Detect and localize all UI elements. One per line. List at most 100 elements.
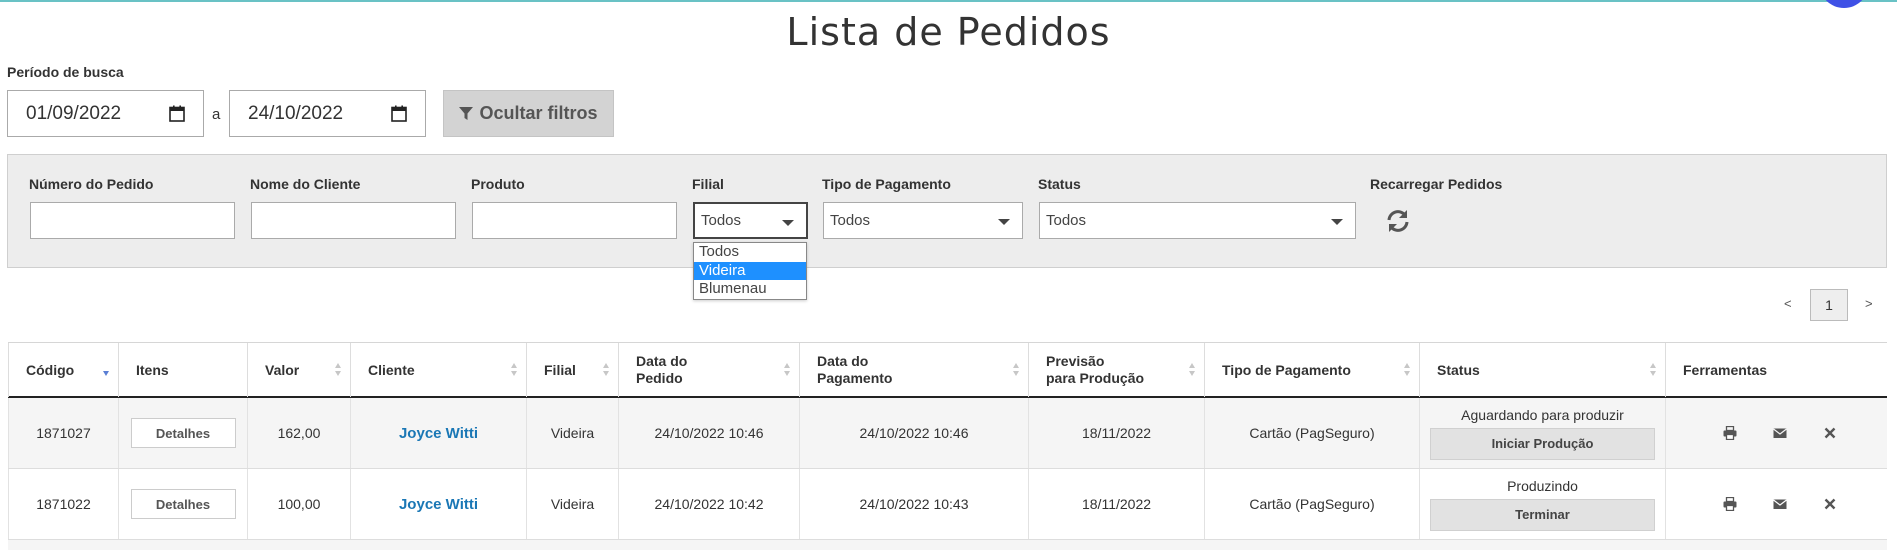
client-name-label: Nome do Cliente — [250, 176, 361, 192]
start-date-input[interactable]: 01/09/2022 — [7, 90, 204, 137]
cell-cliente: Joyce Witti — [351, 398, 527, 468]
calendar-icon[interactable] — [391, 105, 407, 122]
cell-filial: Videira — [527, 469, 619, 539]
cell-itens: Detalhes — [119, 469, 248, 539]
table-header: Código Itens Valor Cliente Filial Data d… — [8, 342, 1887, 398]
pagination-next[interactable]: > — [1865, 296, 1873, 311]
sort-icon — [1650, 363, 1657, 377]
sort-desc-icon — [103, 363, 110, 377]
col-header-itens: Itens — [119, 343, 248, 397]
client-link[interactable]: Joyce Witti — [399, 425, 478, 442]
print-icon[interactable] — [1723, 426, 1737, 440]
col-header-codigo[interactable]: Código — [8, 343, 119, 397]
col-header-cliente[interactable]: Cliente — [351, 343, 527, 397]
close-icon[interactable] — [1823, 426, 1837, 440]
details-button[interactable]: Detalhes — [130, 489, 236, 519]
date-range-separator: a — [212, 106, 221, 123]
hide-filters-button[interactable]: Ocultar filtros — [443, 90, 614, 137]
status-select[interactable]: Todos — [1039, 202, 1356, 239]
product-label: Produto — [471, 176, 525, 192]
branch-select-value: Todos — [701, 212, 742, 229]
cell-tipo-pagamento: Cartão (PagSeguro) — [1205, 398, 1420, 468]
filter-icon — [459, 106, 474, 120]
reload-orders-label: Recarregar Pedidos — [1370, 176, 1503, 192]
pagination-prev[interactable]: < — [1784, 296, 1792, 311]
hide-filters-label: Ocultar filtros — [479, 103, 598, 123]
chevron-down-icon — [782, 220, 794, 226]
cell-ferramentas — [1666, 398, 1887, 468]
cell-filial: Videira — [527, 398, 619, 468]
payment-type-label: Tipo de Pagamento — [822, 176, 951, 192]
top-accent-line — [0, 0, 1897, 2]
sort-icon — [335, 363, 342, 377]
cell-data-pedido: 24/10/2022 10:46 — [619, 398, 800, 468]
page-title: Lista de Pedidos — [786, 10, 1111, 54]
sort-icon — [603, 363, 610, 377]
cell-tipo-pagamento: Cartão (PagSeguro) — [1205, 469, 1420, 539]
cell-itens: Detalhes — [119, 398, 248, 468]
cell-data-pedido: 24/10/2022 10:42 — [619, 469, 800, 539]
client-link[interactable]: Joyce Witti — [399, 496, 478, 513]
branch-dropdown-list: Todos Videira Blumenau — [693, 242, 807, 300]
pagination-page[interactable]: 1 — [1810, 289, 1848, 321]
sort-icon — [1404, 363, 1411, 377]
cell-status: Produzindo Terminar — [1420, 469, 1666, 539]
col-header-valor[interactable]: Valor — [248, 343, 351, 397]
branch-option-videira[interactable]: Videira — [694, 261, 806, 281]
cell-previsao: 18/11/2022 — [1029, 398, 1205, 468]
cell-valor: 100,00 — [248, 469, 351, 539]
sort-icon — [784, 363, 791, 377]
col-header-tipo-pagamento[interactable]: Tipo de Pagamento — [1205, 343, 1420, 397]
start-date-value: 01/09/2022 — [26, 102, 122, 124]
details-button[interactable]: Detalhes — [130, 418, 236, 448]
sort-icon — [1013, 363, 1020, 377]
product-input[interactable] — [472, 202, 677, 239]
end-date-value: 24/10/2022 — [248, 102, 344, 124]
finish-button[interactable]: Terminar — [1430, 498, 1655, 531]
status-text: Produzindo — [1507, 477, 1578, 494]
sort-icon — [511, 363, 518, 377]
col-header-ferramentas: Ferramentas — [1683, 361, 1768, 378]
table-row — [8, 540, 1887, 550]
cell-codigo: 1871022 — [8, 469, 119, 539]
cell-codigo: 1871027 — [8, 398, 119, 468]
calendar-icon[interactable] — [169, 105, 185, 122]
col-header-status[interactable]: Status — [1420, 343, 1666, 397]
end-date-input[interactable]: 24/10/2022 — [229, 90, 426, 137]
refresh-icon[interactable] — [1385, 208, 1411, 234]
cell-cliente: Joyce Witti — [351, 469, 527, 539]
close-icon[interactable] — [1823, 497, 1837, 511]
cell-data-pagamento: 24/10/2022 10:43 — [800, 469, 1029, 539]
client-name-input[interactable] — [251, 202, 456, 239]
branch-option-todos[interactable]: Todos — [694, 243, 806, 262]
payment-type-select[interactable]: Todos — [823, 202, 1023, 239]
sort-icon — [1189, 363, 1196, 377]
branch-select[interactable]: Todos — [693, 202, 808, 239]
order-number-input[interactable] — [30, 202, 235, 239]
start-production-button[interactable]: Iniciar Produção — [1430, 427, 1655, 460]
cell-valor: 162,00 — [248, 398, 351, 468]
chevron-down-icon — [1331, 219, 1343, 225]
cell-previsao: 18/11/2022 — [1029, 469, 1205, 539]
envelope-icon[interactable] — [1773, 426, 1787, 440]
col-header-filial[interactable]: Filial — [527, 343, 619, 397]
cell-status: Aguardando para produzir Iniciar Produçã… — [1420, 398, 1666, 468]
payment-type-select-value: Todos — [830, 212, 871, 229]
print-icon[interactable] — [1723, 497, 1737, 511]
status-select-value: Todos — [1046, 212, 1087, 229]
table-row: 1871022 Detalhes 100,00 Joyce Witti Vide… — [8, 469, 1887, 540]
col-header-data-pedido[interactable]: Data do Pedido — [619, 343, 800, 397]
branch-label: Filial — [692, 176, 724, 192]
table-row: 1871027 Detalhes 162,00 Joyce Witti Vide… — [8, 398, 1887, 469]
col-header-previsao[interactable]: Previsão para Produção — [1029, 343, 1205, 397]
cell-data-pagamento: 24/10/2022 10:46 — [800, 398, 1029, 468]
order-number-label: Número do Pedido — [29, 176, 154, 192]
branch-option-blumenau[interactable]: Blumenau — [694, 280, 806, 299]
cell-ferramentas — [1666, 469, 1887, 539]
col-header-data-pagamento[interactable]: Data do Pagamento — [800, 343, 1029, 397]
status-label: Status — [1038, 176, 1081, 192]
chevron-down-icon — [998, 219, 1010, 225]
period-label: Período de busca — [7, 64, 124, 80]
envelope-icon[interactable] — [1773, 497, 1787, 511]
status-text: Aguardando para produzir — [1461, 406, 1624, 423]
